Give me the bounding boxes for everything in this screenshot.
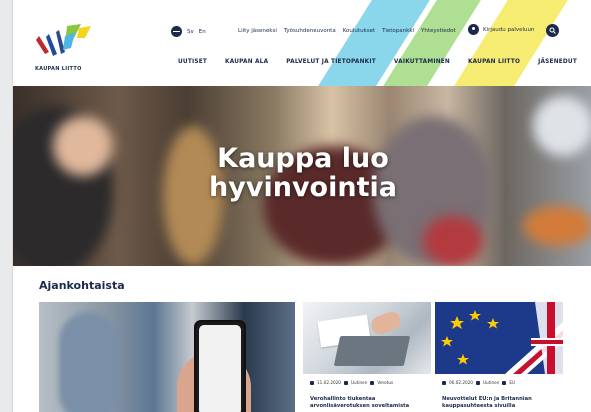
- calendar-icon: [442, 380, 446, 385]
- globe-icon: [171, 26, 182, 37]
- nav-item-member-benefits[interactable]: JÄSENEDUT: [538, 59, 577, 65]
- nav-item-federation[interactable]: KAUPAN LIITTO: [468, 59, 520, 65]
- news-date: 06.02.2020: [449, 380, 473, 385]
- news-type: Uutinen: [350, 380, 368, 385]
- util-link-employment-advice[interactable]: Työsuhdeneuvonta: [284, 28, 336, 34]
- utility-nav: Liity jäseneksi Työsuhdeneuvonta Koulutu…: [238, 28, 456, 34]
- lang-en-link[interactable]: En: [199, 29, 206, 35]
- tag-icon: [502, 380, 507, 385]
- nav-item-news[interactable]: UUTISET: [178, 59, 207, 65]
- calendar-icon: [310, 380, 314, 385]
- news-card-meta: 06.02.2020 Uutinen EU: [442, 380, 515, 385]
- news-card[interactable]: 06.02.2020 Uutinen EU Neuvottelut EU:n j…: [435, 302, 563, 412]
- search-button[interactable]: [546, 24, 559, 37]
- util-link-join[interactable]: Liity jäseneksi: [238, 28, 277, 34]
- login-label: Kirjaudu palveluun: [483, 26, 535, 33]
- news-card-meta: 11.02.2020 Uutinen Verotus: [310, 380, 393, 385]
- tag-icon: [370, 380, 375, 385]
- document-icon: [343, 380, 348, 385]
- flag-image: [435, 302, 563, 374]
- main-nav: UUTISET KAUPAN ALA PALVELUT JA TIETOPANK…: [178, 59, 591, 65]
- news-card[interactable]: 11.02.2020 Uutinen Verotus Verohallinto …: [303, 302, 431, 412]
- document-icon: [475, 380, 480, 385]
- util-link-knowledge-bank[interactable]: Tietopankki: [382, 28, 414, 34]
- news-card-image: [435, 302, 563, 374]
- search-icon: [549, 27, 556, 34]
- phone-image: [194, 320, 246, 412]
- site-header: KAUPAN LIITTO Sv En Liity jäseneksi Työs…: [13, 0, 591, 86]
- nav-item-advocacy[interactable]: VAIKUTTAMINEN: [394, 59, 450, 65]
- news-date: 11.02.2020: [317, 380, 341, 385]
- lang-sv-link[interactable]: Sv: [187, 29, 194, 35]
- util-link-trainings[interactable]: Koulutukset: [343, 28, 375, 34]
- util-link-contact[interactable]: Yhteystiedot: [421, 28, 456, 34]
- hero-banner: Kauppa luo hyvinvointia: [13, 86, 591, 266]
- section-title-news: Ajankohtaista: [39, 279, 125, 292]
- news-type: Uutinen: [482, 380, 500, 385]
- news-title[interactable]: Verohallinto tiukentaa arvonlisäverotuks…: [310, 396, 426, 409]
- nav-item-retail-sector[interactable]: KAUPAN ALA: [225, 59, 268, 65]
- hero-title: Kauppa luo hyvinvointia: [209, 143, 397, 203]
- language-switcher: Sv En: [171, 26, 206, 37]
- user-icon: [468, 24, 479, 35]
- page-frame: KAUPAN LIITTO Sv En Liity jäseneksi Työs…: [12, 0, 591, 412]
- nav-item-services[interactable]: PALVELUT JA TIETOPANKIT: [286, 59, 376, 65]
- news-card-image: [303, 302, 431, 374]
- logo-text: KAUPAN LIITTO: [35, 66, 82, 72]
- news-tag[interactable]: Verotus: [377, 380, 393, 385]
- login-link[interactable]: Kirjaudu palveluun: [468, 24, 535, 35]
- news-tag[interactable]: EU: [509, 380, 515, 385]
- news-title[interactable]: Neuvottelut EU:n ja Britannian kauppasuh…: [442, 396, 558, 409]
- featured-news-card[interactable]: [39, 302, 295, 412]
